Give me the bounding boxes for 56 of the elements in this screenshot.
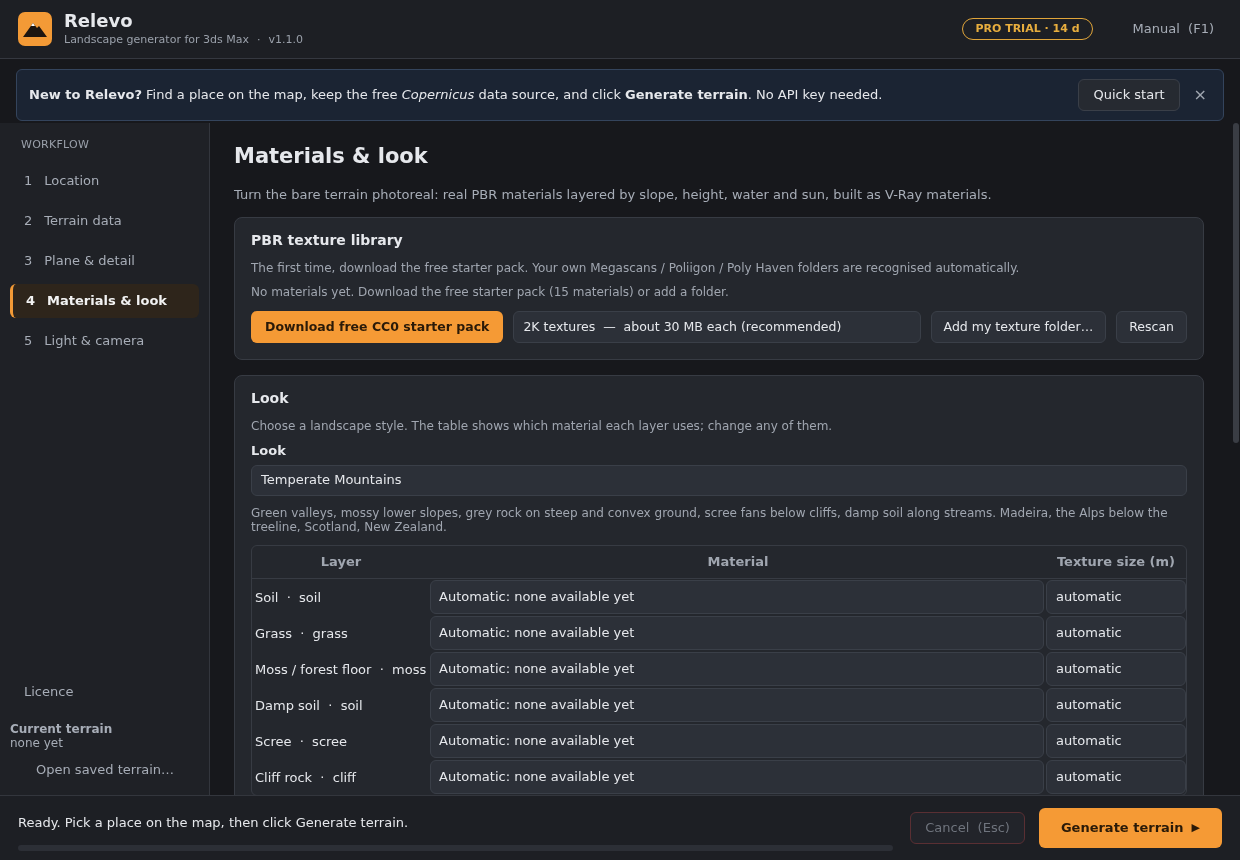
material-dropdown[interactable]: Automatic: none available yet [430, 687, 1044, 722]
material-dropdown[interactable]: Automatic: none available yet [430, 615, 1044, 650]
layer-cell-text: Cliff rock · cliff [254, 768, 358, 787]
material-dropdown[interactable]: Automatic: none available yet [430, 651, 1044, 686]
page-intro: Turn the bare terrain photoreal: real PBR materials layered by slope, height, water and sun, built as V-Ray materials. [234, 185, 993, 204]
banner-text: New to Relevo? Find a place on the map, keep the free Copernicus data source, and click Generate terrain. No API key needed. [29, 86, 884, 105]
close-button[interactable]: × [1193, 83, 1207, 107]
workflow-step[interactable]: 3 Plane & detail [10, 243, 199, 278]
separator-dot: · [257, 31, 261, 48]
workflow-step[interactable]: 4 Materials & look [10, 283, 199, 318]
material-dropdown[interactable]: Automatic: none available yet [430, 579, 1044, 614]
sidebar-heading: WORKFLOW [20, 137, 91, 153]
workflow-step[interactable]: 1 Location [10, 163, 199, 198]
workflow-step[interactable]: 5 Light & camera [10, 323, 199, 358]
layer-cell-text: Damp soil · soil [254, 696, 364, 715]
texture-size-field[interactable]: automatic [1046, 615, 1186, 650]
look-description: Green valleys, mossy lower slopes, grey rock on steep and convex ground, scree fans below cliffs, damp soil along streams. Madeira, the Alps below the treeline, Scotland, New Zealand. [251, 505, 1169, 534]
card-note: No materials yet. Download the free starter pack (15 materials) or add a folder. [251, 284, 730, 301]
material-dropdown[interactable]: Automatic: none available yet [430, 723, 1044, 758]
card-hint: Choose a landscape style. The table shows which material each layer uses; change any of them. [251, 418, 834, 435]
generate-button[interactable]: Generate terrain ▶ [1038, 808, 1222, 848]
download-button[interactable]: Download free CC0 starter pack [251, 311, 504, 343]
texture-size-field[interactable]: automatic [1046, 687, 1186, 722]
licence-link[interactable]: Licence [10, 682, 199, 702]
page-title: Materials & look [234, 143, 429, 170]
column-header: Layer [319, 552, 363, 571]
card-note: The first time, download the free starter pack. Your own Megascans / Poliigon / Poly Haven folders are recognised automatically. [251, 260, 1021, 277]
card-title: PBR texture library [251, 231, 404, 250]
current-terrain-label: Current terrain [10, 721, 114, 736]
workflow-step[interactable]: 2 Terrain data [10, 203, 199, 238]
texture-size-field[interactable]: automatic [1046, 579, 1186, 614]
layer-cell-text: Soil · soil [254, 588, 323, 607]
look-dropdown[interactable]: Temperate Mountains [251, 464, 1187, 496]
quick-start-button[interactable]: Quick start [1078, 79, 1180, 111]
material-dropdown[interactable]: Automatic: none available yet [430, 759, 1044, 794]
texture-size-field[interactable]: automatic [1046, 759, 1186, 794]
texture-size-field[interactable]: automatic [1046, 651, 1186, 686]
rescan-button[interactable]: Rescan [1116, 311, 1187, 343]
layer-cell-text: Grass · grass [254, 624, 349, 643]
resolution-dropdown[interactable]: 2K textures — about 30 MB each (recommended) [513, 311, 921, 343]
app-subtitle: Landscape generator for 3ds Max [64, 31, 249, 48]
layer-cell-text: Scree · scree [254, 732, 349, 751]
layer-cell-text: Moss / forest floor · moss [254, 660, 428, 679]
mountain-logo-icon [18, 12, 52, 46]
open-saved-link[interactable]: Open saved terrain… [10, 759, 199, 779]
status-text: Ready. Pick a place on the map, then click Generate terrain. [18, 814, 410, 833]
field-label: Look [251, 442, 287, 460]
version-label: v1.1.0 [268, 31, 303, 48]
column-header: Material [706, 552, 770, 571]
current-terrain-value: none yet [10, 735, 64, 750]
manual-link[interactable]: Manual (F1) [1132, 19, 1214, 39]
app-title: Relevo [64, 9, 134, 32]
add-folder-button[interactable]: Add my texture folder… [930, 311, 1107, 343]
card-title: Look [251, 389, 290, 408]
texture-size-field[interactable]: automatic [1046, 723, 1186, 758]
column-header: Texture size (m) [1055, 552, 1177, 571]
